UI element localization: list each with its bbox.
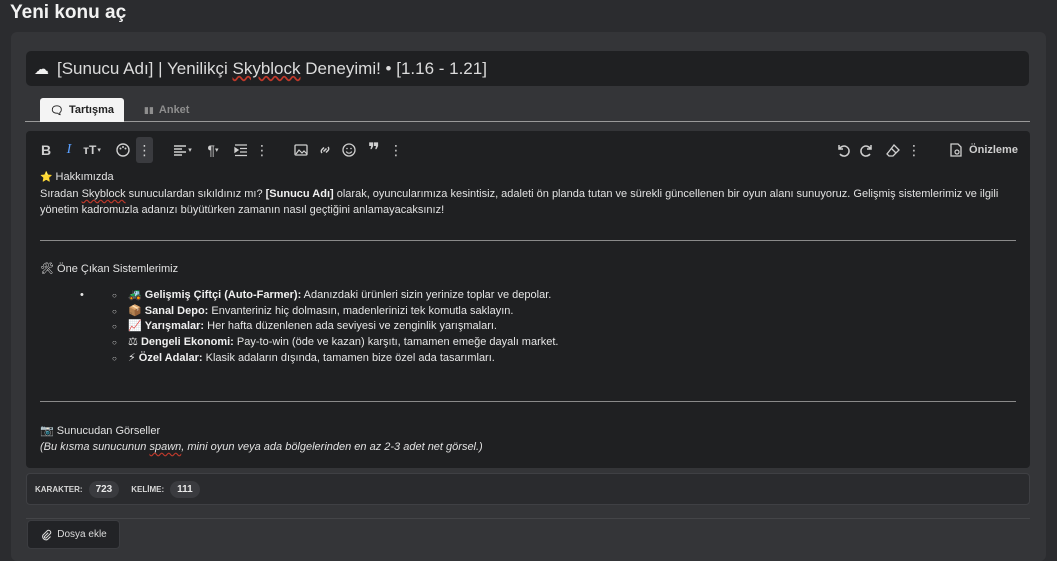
quote-icon[interactable]: ❞ [364, 137, 384, 163]
tab-discussion[interactable]: 🗨 Tartışma [40, 98, 124, 122]
paragraph-icon[interactable]: ¶ ▾ [202, 137, 224, 163]
list-bullet: • [80, 289, 84, 301]
list-item: 🚜 Gelişmiş Çiftçi (Auto-Farmer): Adanızd… [112, 288, 558, 304]
tab-poll[interactable]: ▮▮ Anket [138, 98, 195, 122]
emoji-icon[interactable] [340, 137, 358, 163]
features-list: • 🚜 Gelişmiş Çiftçi (Auto-Farmer): Adanı… [80, 288, 558, 367]
about-section: ⭐ Hakkımızda Sıradan Skyblock sunuculard… [40, 169, 1020, 218]
thread-title-input[interactable]: ☁ [Sunucu Adı] | Yenilikçi Skyblock Dene… [26, 51, 1029, 86]
preview-button[interactable]: Önizleme [946, 137, 1020, 163]
more-insert-icon[interactable]: ⋮ [389, 137, 403, 163]
divider [40, 401, 1016, 402]
list-item: 📦 Sanal Depo: Envanteriniz hiç dolmasın,… [112, 304, 558, 320]
palette-icon[interactable] [114, 137, 132, 163]
eraser-icon[interactable] [884, 137, 902, 163]
thread-title-value: [Sunucu Adı] | Yenilikçi Skyblock Deneyi… [57, 58, 487, 78]
bold-icon[interactable]: B [38, 137, 54, 163]
word-counter: KARAKTER: 723 KELİME: 111 [26, 473, 1030, 505]
images-section: 📷 Sunucudan Görseller (Bu kısma sunucunu… [40, 425, 483, 453]
paperclip-icon [42, 529, 52, 540]
editor-tabs: 🗨 Tartışma ▮▮ Anket [25, 98, 1030, 122]
rich-text-editor[interactable]: B I тT ▾ ⋮ ▾ ¶ ▾ ⋮ ❞ ⋮ ⋮ Önizleme ⭐ Hakk… [26, 131, 1030, 468]
list-item: ⚡ Özel Adalar: Klasik adaların dışında, … [112, 351, 558, 367]
list-item: ⚖ Dengeli Ekonomi: Pay-to-win (öde ve ka… [112, 335, 558, 351]
about-heading: Hakkımızda [55, 171, 114, 183]
list-indent-icon[interactable] [232, 137, 250, 163]
camera-icon: 📷 [40, 425, 54, 437]
divider [40, 240, 1016, 241]
preview-icon [950, 143, 962, 157]
about-paragraph: Sıradan Skyblock sunuculardan sıkıldınız… [40, 188, 999, 216]
align-icon[interactable]: ▾ [172, 137, 192, 163]
images-note: (Bu kısma sunucunun spawn, mini oyun vey… [40, 441, 483, 453]
more-tools-icon[interactable]: ⋮ [907, 137, 921, 163]
divider [26, 518, 1030, 519]
word-count-badge: 111 [170, 480, 200, 498]
editor-toolbar: B I тT ▾ ⋮ ▾ ¶ ▾ ⋮ ❞ ⋮ ⋮ Önizleme [26, 137, 1030, 163]
features-heading-row: 🛠 Öne Çıkan Sistemlerimiz [40, 263, 179, 275]
page-title: Yeni konu aç [10, 2, 127, 23]
bar-chart-icon: ▮▮ [144, 104, 154, 115]
star-icon: ⭐ [40, 172, 53, 183]
chat-icon: 🗨 [49, 104, 64, 117]
undo-icon[interactable] [834, 137, 852, 163]
tools-icon: 🛠 [40, 263, 54, 275]
link-icon[interactable] [316, 137, 334, 163]
cloud-icon: ☁ [34, 60, 49, 78]
list-item: 📈 Yarışmalar: Her hafta düzenlenen ada s… [112, 319, 558, 335]
attach-file-button[interactable]: Dosya ekle [27, 520, 120, 549]
more-format-icon[interactable]: ⋮ [136, 137, 153, 163]
text-size-icon[interactable]: тT ▾ [80, 137, 104, 163]
more-paragraph-icon[interactable]: ⋮ [255, 137, 269, 163]
char-count-badge: 723 [88, 480, 120, 498]
redo-icon[interactable] [858, 137, 876, 163]
image-icon[interactable] [292, 137, 310, 163]
italic-icon[interactable]: I [62, 137, 76, 163]
